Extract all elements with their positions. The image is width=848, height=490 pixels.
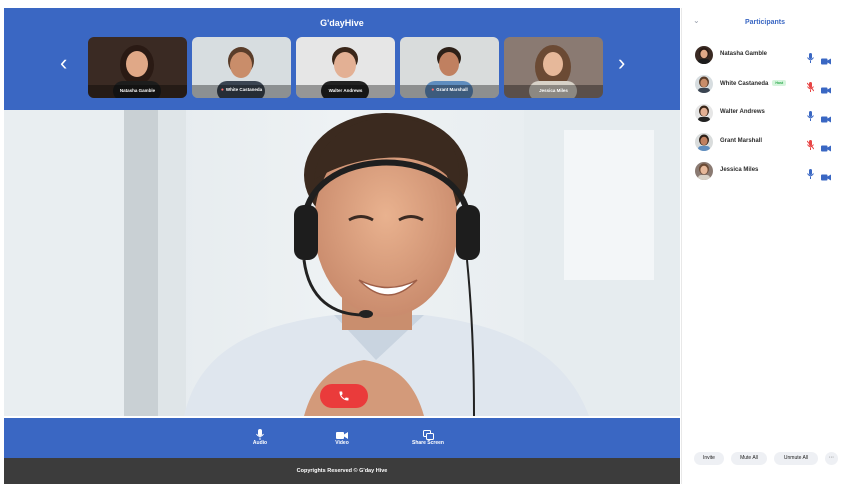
video-camera-icon bbox=[336, 432, 348, 439]
participants-panel: ⌄ Participants Natasha Gamble White Casta… bbox=[681, 8, 848, 484]
app-title: G'dayHive bbox=[320, 18, 364, 28]
participant-name-wrap: Walter Andrews bbox=[720, 109, 765, 115]
share-screen-label: Share Screen bbox=[412, 440, 444, 446]
audio-label: Audio bbox=[252, 440, 268, 446]
video-camera-icon[interactable] bbox=[821, 52, 831, 70]
video-camera-icon[interactable] bbox=[821, 81, 831, 99]
invite-button[interactable]: Invite bbox=[694, 452, 724, 465]
participant-name-wrap: Grant Marshall bbox=[720, 138, 762, 144]
participant-name-wrap: Jessica Miles bbox=[720, 167, 758, 173]
call-controls-bar: Audio Video Share Screen bbox=[4, 418, 680, 458]
video-button[interactable]: Video bbox=[312, 427, 372, 446]
thumbnail-name: Grant Marshall bbox=[436, 87, 468, 92]
participant-thumbnail[interactable]: ● White Castaneda bbox=[192, 37, 291, 98]
unmute-all-button[interactable]: Unmute All bbox=[774, 452, 818, 465]
thumbnail-name: White Castaneda bbox=[225, 87, 263, 92]
participant-thumbnail[interactable]: Natasha Gamble bbox=[88, 37, 187, 98]
participant-row[interactable]: White Castaneda Host bbox=[695, 75, 838, 94]
share-screen-icon bbox=[422, 430, 434, 440]
more-options-button[interactable]: ··· bbox=[825, 452, 838, 465]
participant-thumbnail[interactable]: Walter Andrews bbox=[296, 37, 395, 98]
video-label: Video bbox=[335, 440, 349, 446]
mic-muted-icon[interactable] bbox=[806, 79, 815, 97]
mic-muted-icon: ● bbox=[220, 87, 224, 93]
mic-icon bbox=[256, 429, 264, 440]
participant-thumbnail[interactable]: Jessica Miles bbox=[504, 37, 603, 98]
video-camera-icon[interactable] bbox=[821, 168, 831, 186]
video-camera-icon[interactable] bbox=[821, 139, 831, 157]
avatar bbox=[695, 46, 713, 64]
participant-name-wrap: White Castaneda Host bbox=[720, 80, 787, 87]
participant-name: Walter Andrews bbox=[720, 109, 765, 115]
panel-title: Participants bbox=[744, 19, 786, 26]
end-call-button[interactable] bbox=[320, 384, 368, 408]
mic-muted-icon[interactable] bbox=[806, 137, 815, 155]
main-video-feed bbox=[4, 110, 680, 416]
thumbnail-name: Walter Andrews bbox=[328, 88, 363, 93]
mic-muted-icon: ● bbox=[431, 87, 435, 93]
chevron-left-icon[interactable]: ‹ bbox=[60, 52, 67, 74]
meeting-stage: G'dayHive ‹ Natasha Gamble ● White Castan… bbox=[0, 8, 680, 484]
avatar bbox=[695, 162, 713, 180]
audio-button[interactable]: Audio bbox=[230, 427, 290, 446]
participant-name: White Castaneda bbox=[720, 81, 769, 87]
participant-carousel-bar: G'dayHive ‹ Natasha Gamble ● White Castan… bbox=[4, 8, 680, 110]
avatar bbox=[695, 75, 713, 93]
panel-header: ⌄ Participants bbox=[682, 8, 848, 36]
avatar bbox=[695, 104, 713, 122]
participant-row[interactable]: Natasha Gamble bbox=[695, 46, 838, 65]
thumbnail-name: Natasha Gamble bbox=[119, 88, 156, 93]
participant-name-wrap: Natasha Gamble bbox=[720, 51, 767, 57]
host-badge: Host bbox=[772, 80, 787, 86]
participant-name: Grant Marshall bbox=[720, 138, 763, 144]
avatar bbox=[695, 133, 713, 151]
participant-thumbnail[interactable]: ● Grant Marshall bbox=[400, 37, 499, 98]
chevron-right-icon[interactable]: › bbox=[618, 52, 625, 74]
mute-all-button[interactable]: Mute All bbox=[731, 452, 767, 465]
participant-name: Natasha Gamble bbox=[720, 51, 768, 57]
phone-hangup-icon bbox=[339, 391, 349, 401]
participant-row[interactable]: Walter Andrews bbox=[695, 104, 838, 123]
video-camera-icon[interactable] bbox=[821, 110, 831, 128]
share-screen-button[interactable]: Share Screen bbox=[398, 427, 458, 446]
participant-name: Jessica Miles bbox=[720, 167, 759, 173]
mic-icon[interactable] bbox=[807, 166, 814, 184]
speaker-video-image bbox=[4, 110, 680, 416]
participant-row[interactable]: Jessica Miles bbox=[695, 162, 838, 181]
panel-actions: Invite Mute All Unmute All ··· bbox=[692, 452, 842, 466]
copyright-footer: Copyrights Reserved © G'day Hive bbox=[4, 458, 680, 484]
mic-icon[interactable] bbox=[807, 50, 814, 68]
mic-icon[interactable] bbox=[807, 108, 814, 126]
participant-row[interactable]: Grant Marshall bbox=[695, 133, 838, 152]
thumbnail-name: Jessica Miles bbox=[539, 88, 568, 93]
